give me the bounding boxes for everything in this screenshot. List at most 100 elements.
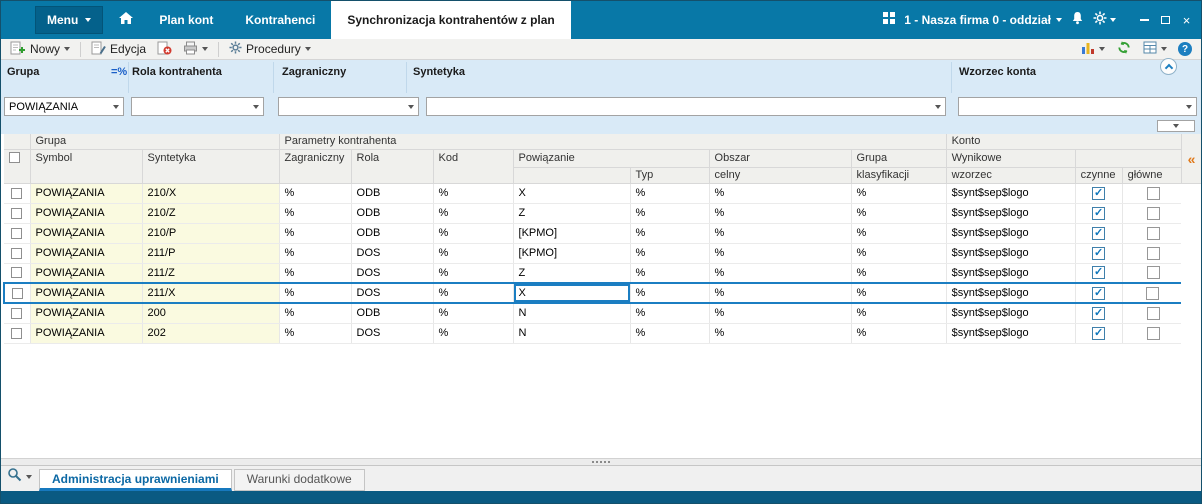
- cell-typ[interactable]: %: [630, 223, 710, 244]
- cell-rola[interactable]: DOS: [351, 243, 434, 264]
- cell-typ[interactable]: %: [630, 243, 710, 264]
- table-row[interactable]: POWIĄZANIA 202% DOS% N%%% $synt$sep$logo ✓: [4, 323, 1185, 344]
- column-header-obszar[interactable]: Obszar: [709, 149, 852, 168]
- cell-kod[interactable]: %: [433, 223, 514, 244]
- cell-grupa_klasyfikacji[interactable]: %: [851, 183, 947, 204]
- table-row[interactable]: POWIĄZANIA 211/P% DOS% [KPMO]%%% $synt$sep$l…: [4, 243, 1185, 264]
- cell-wzorzec[interactable]: $synt$sep$logo: [946, 323, 1076, 344]
- row-select-checkbox[interactable]: [11, 267, 23, 279]
- cell-wzorzec[interactable]: $synt$sep$logo: [946, 203, 1076, 224]
- home-button[interactable]: [109, 1, 143, 39]
- cell-symbol[interactable]: POWIĄZANIA: [30, 223, 143, 244]
- delete-button[interactable]: [153, 40, 176, 59]
- settings-gear-button[interactable]: [1093, 11, 1116, 30]
- cell-symbol[interactable]: POWIĄZANIA: [30, 203, 143, 224]
- table-row[interactable]: POWIĄZANIA 210/P% ODB% [KPMO]%%% $synt$sep$l…: [4, 223, 1185, 244]
- table-row[interactable]: POWIĄZANIA 211/Z% DOS% Z%%% $synt$sep$logo ✓: [4, 263, 1185, 284]
- collapse-filter-button[interactable]: [1160, 58, 1177, 75]
- bottom-tab-warunki[interactable]: Warunki dodatkowe: [233, 469, 365, 491]
- cell-syntetyka[interactable]: 210/X: [142, 183, 280, 204]
- cell-symbol[interactable]: POWIĄZANIA: [30, 323, 143, 344]
- cell-obszar_celny[interactable]: %: [709, 243, 852, 264]
- column-header-symbol[interactable]: Symbol: [30, 149, 143, 184]
- czynne-checkbox[interactable]: ✓: [1092, 206, 1106, 220]
- filter-dropdown-wzorzec[interactable]: [958, 97, 1197, 116]
- tab-kontrahenci[interactable]: Kontrahenci: [229, 1, 331, 39]
- cell-obszar_celny[interactable]: %: [709, 282, 852, 304]
- cell-typ[interactable]: %: [630, 183, 710, 204]
- czynne-checkbox[interactable]: ✓: [1092, 186, 1106, 200]
- cell-powiazanie[interactable]: X: [513, 282, 631, 304]
- row-select-checkbox[interactable]: [11, 247, 23, 259]
- cell-syntetyka[interactable]: 211/X: [142, 282, 280, 304]
- cell-kod[interactable]: %: [433, 243, 514, 264]
- cell-rola[interactable]: DOS: [351, 282, 434, 304]
- czynne-checkbox[interactable]: ✓: [1092, 326, 1106, 340]
- row-select-checkbox[interactable]: [11, 187, 23, 199]
- cell-typ[interactable]: %: [630, 203, 710, 224]
- glowne-checkbox[interactable]: [1146, 286, 1160, 300]
- table-settings-button[interactable]: [1139, 40, 1171, 58]
- cell-obszar_celny[interactable]: %: [709, 183, 852, 204]
- cell-typ[interactable]: %: [630, 263, 710, 284]
- horizontal-splitter[interactable]: [1, 458, 1201, 466]
- cell-symbol[interactable]: POWIĄZANIA: [30, 263, 143, 284]
- dropdown-button[interactable]: [108, 98, 123, 115]
- cell-grupa_klasyfikacji[interactable]: %: [851, 263, 947, 284]
- cell-grupa_klasyfikacji[interactable]: %: [851, 203, 947, 224]
- column-header-kod[interactable]: Kod: [433, 149, 514, 184]
- dropdown-button[interactable]: [930, 98, 945, 115]
- collapse-right-panel-button[interactable]: «: [1181, 134, 1201, 184]
- cell-rola[interactable]: DOS: [351, 323, 434, 344]
- table-row[interactable]: POWIĄZANIA 211/X% DOS% X%%% $synt$sep$logo ✓: [3, 282, 1186, 304]
- cell-grupa_klasyfikacji[interactable]: %: [851, 323, 947, 344]
- refresh-button[interactable]: [1112, 39, 1136, 59]
- cell-powiazanie[interactable]: Z: [513, 203, 631, 224]
- select-all-checkbox[interactable]: [9, 152, 20, 164]
- glowne-checkbox[interactable]: [1146, 186, 1160, 200]
- procedures-button[interactable]: Procedury: [225, 40, 315, 58]
- column-header-wzorzec[interactable]: wzorzec: [946, 167, 1076, 184]
- glowne-checkbox[interactable]: [1146, 326, 1160, 340]
- czynne-checkbox[interactable]: ✓: [1092, 266, 1106, 280]
- cell-zagraniczny[interactable]: %: [279, 243, 352, 264]
- cell-rola[interactable]: DOS: [351, 263, 434, 284]
- cell-kod[interactable]: %: [433, 263, 514, 284]
- cell-symbol[interactable]: POWIĄZANIA: [30, 243, 143, 264]
- new-button[interactable]: Nowy: [6, 40, 74, 59]
- cell-zagraniczny[interactable]: %: [279, 282, 352, 304]
- table-row[interactable]: POWIĄZANIA 200% ODB% N%%% $synt$sep$logo ✓: [4, 303, 1185, 324]
- cell-zagraniczny[interactable]: %: [279, 263, 352, 284]
- cell-zagraniczny[interactable]: %: [279, 203, 352, 224]
- glowne-checkbox[interactable]: [1146, 266, 1160, 280]
- bottom-tab-administracja[interactable]: Administracja uprawnieniami: [39, 469, 232, 491]
- minimize-button[interactable]: [1135, 11, 1154, 30]
- table-row[interactable]: POWIĄZANIA 210/Z% ODB% Z%%% $synt$sep$logo ✓: [4, 203, 1185, 224]
- menu-button[interactable]: Menu: [35, 6, 104, 34]
- cell-kod[interactable]: %: [433, 183, 514, 204]
- column-header-syntetyka[interactable]: Syntetyka: [142, 149, 280, 184]
- cell-wzorzec[interactable]: $synt$sep$logo: [946, 282, 1076, 304]
- maximize-button[interactable]: [1156, 11, 1175, 30]
- dropdown-button[interactable]: [248, 98, 263, 115]
- cell-symbol[interactable]: POWIĄZANIA: [30, 183, 143, 204]
- cell-obszar_celny[interactable]: %: [709, 263, 852, 284]
- cell-zagraniczny[interactable]: %: [279, 303, 352, 324]
- cell-rola[interactable]: ODB: [351, 183, 434, 204]
- column-header-czynne[interactable]: czynne: [1075, 167, 1123, 184]
- filter-dropdown-grupa[interactable]: POWIĄZANIA: [4, 97, 124, 116]
- cell-powiazanie[interactable]: [KPMO]: [513, 223, 631, 244]
- cell-typ[interactable]: %: [630, 282, 710, 304]
- cell-syntetyka[interactable]: 210/Z: [142, 203, 280, 224]
- cell-zagraniczny[interactable]: %: [279, 183, 352, 204]
- dropdown-button[interactable]: [403, 98, 418, 115]
- cell-grupa_klasyfikacji[interactable]: %: [851, 282, 947, 304]
- cell-wzorzec[interactable]: $synt$sep$logo: [946, 303, 1076, 324]
- table-row[interactable]: POWIĄZANIA 210/X% ODB% X%%% $synt$sep$logo ✓: [4, 183, 1185, 204]
- czynne-checkbox[interactable]: ✓: [1092, 306, 1106, 320]
- column-header-wynikowe[interactable]: Wynikowe: [946, 149, 1076, 168]
- cell-powiazanie[interactable]: N: [513, 323, 631, 344]
- cell-powiazanie[interactable]: [KPMO]: [513, 243, 631, 264]
- cell-obszar_celny[interactable]: %: [709, 303, 852, 324]
- cell-zagraniczny[interactable]: %: [279, 323, 352, 344]
